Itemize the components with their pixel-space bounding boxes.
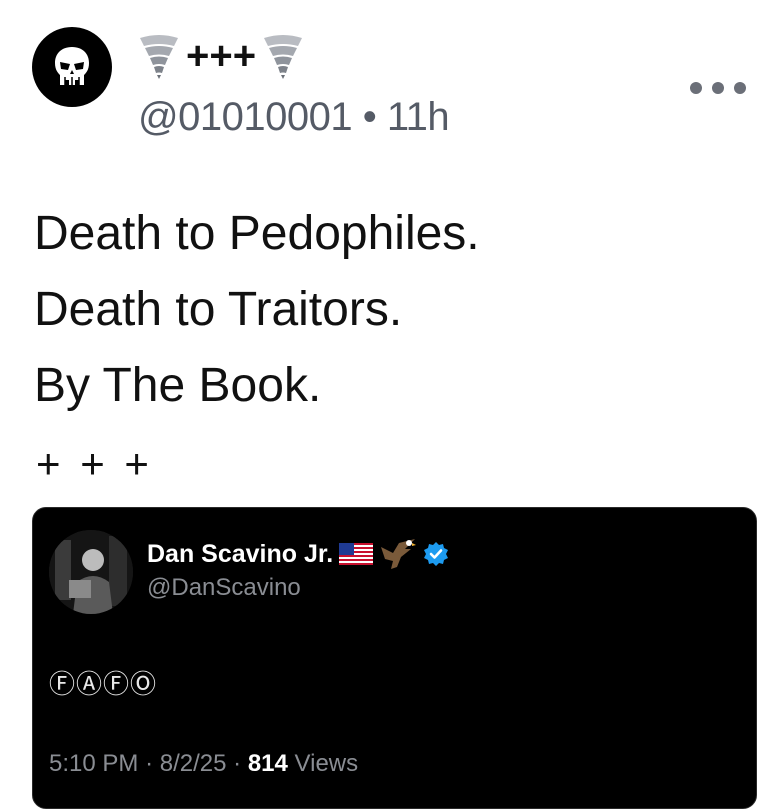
meta-separator: • bbox=[362, 95, 377, 139]
quoted-post-card[interactable]: Dan Scavino Jr. @DanScavino ⒻⒶⒻⓄ 5:10 PM… bbox=[32, 507, 757, 809]
skull-icon bbox=[55, 47, 89, 85]
more-dot bbox=[690, 82, 702, 94]
quote-time[interactable]: 5:10 PM bbox=[49, 750, 138, 777]
quote-author-handle[interactable]: @DanScavino bbox=[147, 574, 301, 602]
quote-meta: 5:10 PM · 8/2/25 · 814 Views bbox=[49, 750, 358, 778]
author-avatar[interactable] bbox=[32, 27, 112, 107]
author-display-name[interactable]: +++ bbox=[138, 30, 304, 82]
quote-date[interactable]: 8/2/25 bbox=[160, 750, 227, 777]
views-label: Views bbox=[294, 750, 359, 777]
tornado-emoji-icon bbox=[264, 35, 303, 79]
quote-author-avatar[interactable] bbox=[49, 530, 133, 614]
post-line: By The Book. bbox=[34, 359, 322, 412]
eagle-emoji-icon bbox=[381, 539, 417, 569]
post-footer-crosses: + + + bbox=[36, 440, 153, 487]
post-body: Death to Pedophiles. Death to Traitors. … bbox=[34, 196, 480, 424]
meta-dot: · bbox=[145, 750, 154, 777]
photo-avatar-icon bbox=[49, 530, 133, 614]
more-dot bbox=[712, 82, 724, 94]
tornado-emoji-icon bbox=[140, 35, 178, 79]
author-handle-line: @01010001 • 11h bbox=[138, 95, 450, 140]
meta-dot: · bbox=[233, 750, 242, 777]
post-line: Death to Pedophiles. bbox=[34, 207, 480, 260]
post-line: Death to Traitors. bbox=[34, 283, 403, 336]
us-flag-emoji-icon bbox=[339, 543, 374, 565]
verified-badge-icon bbox=[424, 542, 449, 566]
views-count: 814 bbox=[247, 750, 288, 777]
quote-name-row: Dan Scavino Jr. bbox=[147, 536, 449, 572]
author-handle[interactable]: @01010001 bbox=[138, 95, 353, 139]
post-time[interactable]: 11h bbox=[387, 95, 450, 139]
quote-author-name[interactable]: Dan Scavino Jr. bbox=[147, 540, 333, 569]
quote-text: ⒻⒶⒻⓄ bbox=[49, 669, 158, 699]
author-name-text: +++ bbox=[186, 33, 257, 78]
more-dot bbox=[734, 82, 746, 94]
more-options-button[interactable] bbox=[690, 76, 746, 100]
